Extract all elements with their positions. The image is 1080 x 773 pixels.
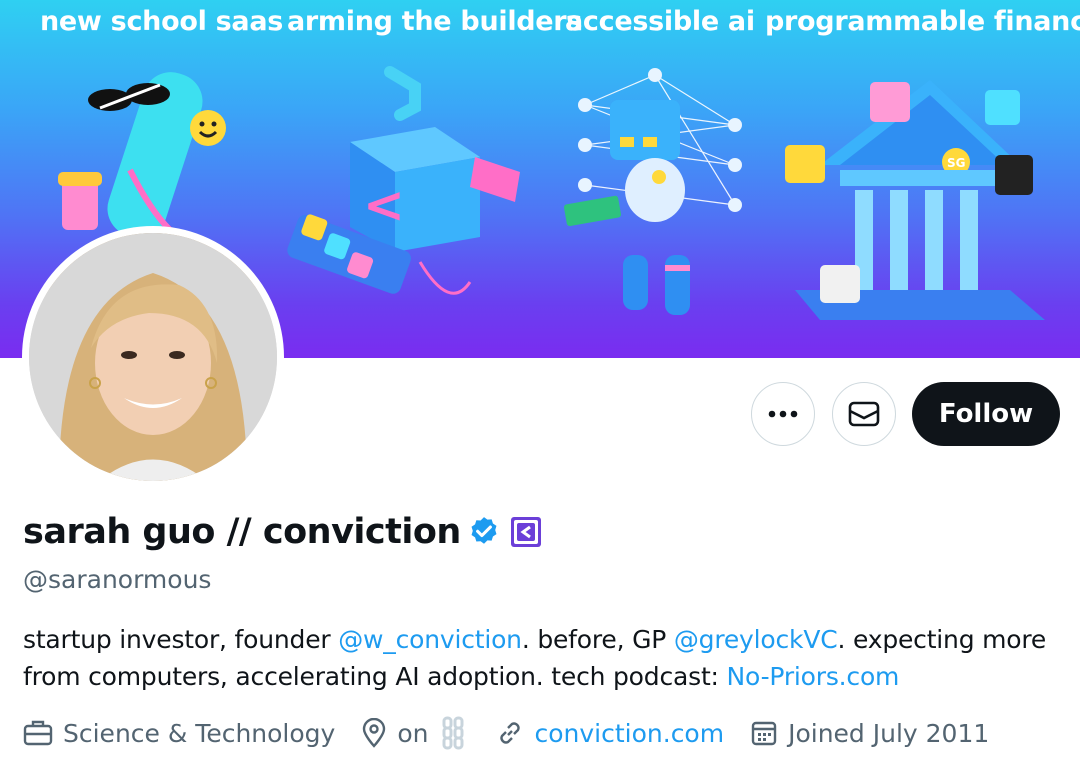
- briefcase-icon: [23, 720, 53, 746]
- profile-bio: startup investor, founder @w_conviction.…: [23, 621, 1063, 695]
- avatar-photo: [29, 233, 277, 481]
- profile-avatar[interactable]: [22, 226, 284, 488]
- banner-caption-ai: accessible ai: [565, 6, 755, 37]
- code-cube-illustration: <: [287, 66, 520, 295]
- display-name: sarah guo // conviction: [23, 512, 461, 552]
- joined-item: Joined July 2011: [750, 719, 989, 748]
- more-options-button[interactable]: [751, 382, 815, 446]
- bank-illustration: SG: [785, 80, 1045, 320]
- envelope-icon: [848, 401, 880, 427]
- website-item: conviction.com: [496, 719, 724, 748]
- category-label: Science & Technology: [63, 718, 336, 748]
- banner-caption-saas: new school saas: [40, 6, 284, 37]
- banner-caption-finance: programmable finance: [765, 6, 1080, 37]
- profile-handle: @saranormous: [23, 565, 212, 594]
- website-link[interactable]: conviction.com: [534, 719, 724, 748]
- joined-label: Joined July 2011: [788, 718, 990, 748]
- conviction-logo-icon[interactable]: [510, 517, 541, 547]
- bio-text: . before, GP: [521, 625, 674, 654]
- bio-text: startup investor, founder: [23, 625, 339, 654]
- location-item: on: [361, 716, 470, 750]
- robot-illustration: [563, 68, 742, 315]
- skateboard-illustration: [58, 72, 226, 238]
- mention-greylockvc[interactable]: @greylockVC: [674, 625, 838, 654]
- verified-badge-icon[interactable]: [467, 515, 501, 549]
- bio-link-no-priors[interactable]: No-Priors.com: [727, 662, 900, 691]
- chain-emoji-icon: [442, 716, 464, 750]
- banner-caption-builders: arming the builders: [287, 6, 583, 37]
- location-label: on: [397, 718, 429, 748]
- profile-name-row: sarah guo // conviction: [23, 512, 541, 552]
- more-horizontal-icon: [768, 410, 798, 418]
- svg-text:SG: SG: [947, 156, 966, 170]
- category-item: Science & Technology: [23, 719, 335, 748]
- message-button[interactable]: [832, 382, 896, 446]
- profile-meta: Science & Technology on conviction.com J…: [23, 716, 1015, 750]
- avatar-portrait: [29, 233, 277, 481]
- mention-w-conviction[interactable]: @w_conviction: [338, 625, 522, 654]
- link-icon: [500, 722, 521, 744]
- location-pin-icon: [363, 718, 386, 748]
- calendar-icon: [751, 721, 777, 746]
- svg-text:<: <: [363, 176, 405, 234]
- follow-button[interactable]: Follow: [912, 382, 1060, 446]
